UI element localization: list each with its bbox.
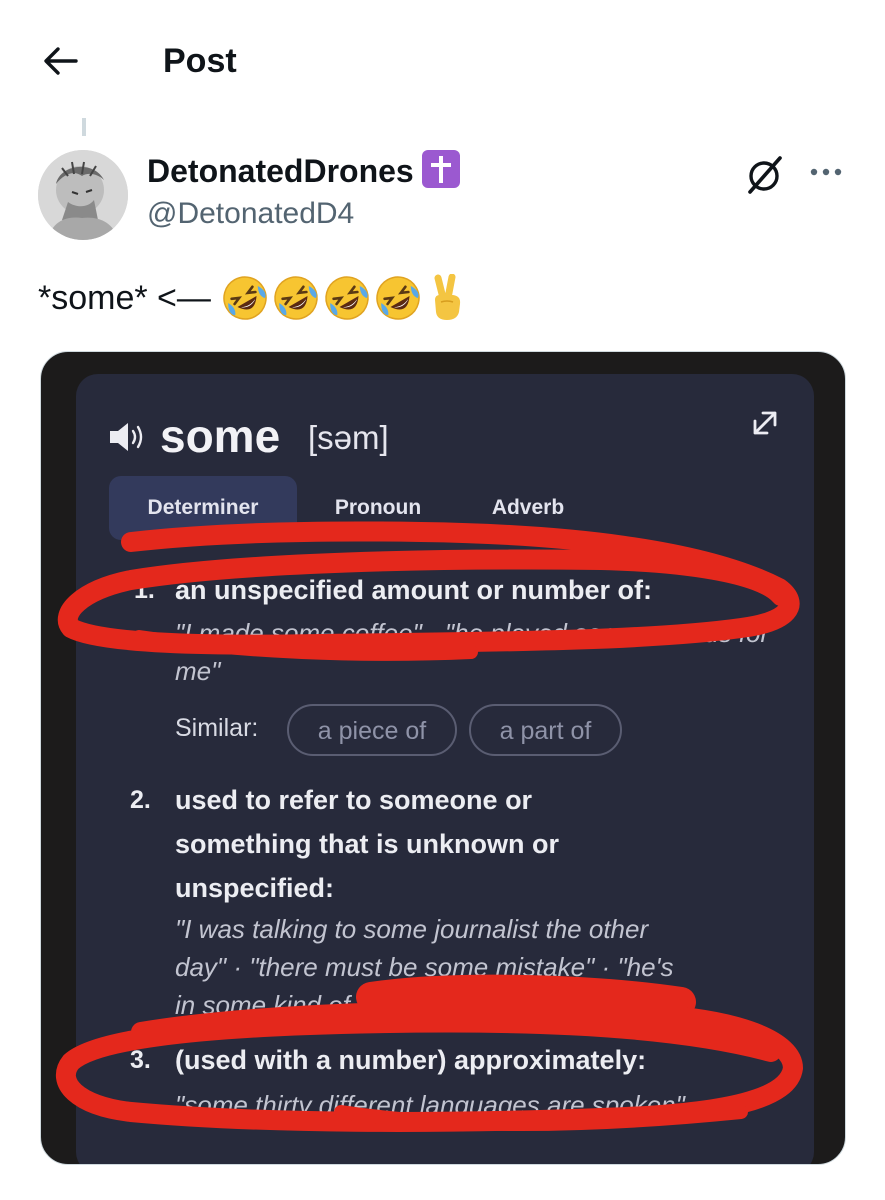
grok-button[interactable] <box>742 152 786 196</box>
back-button[interactable] <box>40 40 82 82</box>
post-image[interactable]: some [səm] Determiner Pronoun Adverb 1. … <box>40 351 846 1165</box>
author-handle[interactable]: @DetonatedD4 <box>147 196 354 232</box>
display-name-text: DetonatedDrones <box>147 153 414 189</box>
author-display-name[interactable]: DetonatedDrones <box>147 150 460 190</box>
more-options-button[interactable] <box>804 152 848 196</box>
definition-example: "I made some coffee" · "he played some r… <box>175 618 770 686</box>
avatar[interactable] <box>38 150 128 240</box>
rofl-emoji-icon <box>376 276 420 320</box>
definition-example-line: "I was talking to some journalist the ot… <box>175 914 649 944</box>
phonetic-spelling: [səm] <box>308 419 389 456</box>
definition-example-line: in some kind of trouble" <box>175 990 446 1020</box>
similar-label: Similar: <box>175 714 259 742</box>
definition-text-line: used to refer to someone or <box>175 785 533 815</box>
post-text: *some* <— <box>38 274 465 322</box>
rofl-emoji-icon <box>325 276 369 320</box>
dictionary-card: some [səm] Determiner Pronoun Adverb 1. … <box>76 374 814 1164</box>
definition-text-line: something that is unknown or <box>175 829 559 859</box>
definition-example: "some thirty different languages are spo… <box>175 1090 685 1120</box>
definition-number: 2. <box>130 786 151 814</box>
definition-example-line: day" · "there must be some mistake" · "h… <box>175 952 674 982</box>
post-text-content: *some* <— <box>38 279 211 317</box>
emoji-row <box>221 274 465 322</box>
similar-chip: a part of <box>469 704 622 756</box>
grok-icon <box>748 156 782 194</box>
victory-hand-emoji-icon <box>434 274 461 320</box>
tab-adverb: Adverb <box>491 496 565 519</box>
thread-connector <box>82 118 86 136</box>
page-title: Post <box>163 42 237 80</box>
expand-icon <box>753 411 777 435</box>
post-header: Post <box>0 0 885 120</box>
tab-pronoun: Pronoun <box>334 496 422 519</box>
more-dots-icon <box>810 168 842 176</box>
rofl-emoji-icon <box>274 276 318 320</box>
definition-number: 1. <box>134 576 155 604</box>
definition-number: 3. <box>130 1046 151 1074</box>
arrow-left-icon <box>44 47 78 75</box>
headword: some <box>160 410 281 462</box>
latin-cross-icon <box>421 150 460 188</box>
rofl-emoji-icon <box>223 276 267 320</box>
definition-text: (used with a number) approximately: <box>175 1045 647 1075</box>
speaker-icon <box>110 423 143 451</box>
definition-text: an unspecified amount or number of: <box>175 575 653 605</box>
tab-determiner: Determiner <box>109 476 297 540</box>
definition-text-line: unspecified: <box>175 873 335 903</box>
similar-chip: a piece of <box>287 704 457 756</box>
